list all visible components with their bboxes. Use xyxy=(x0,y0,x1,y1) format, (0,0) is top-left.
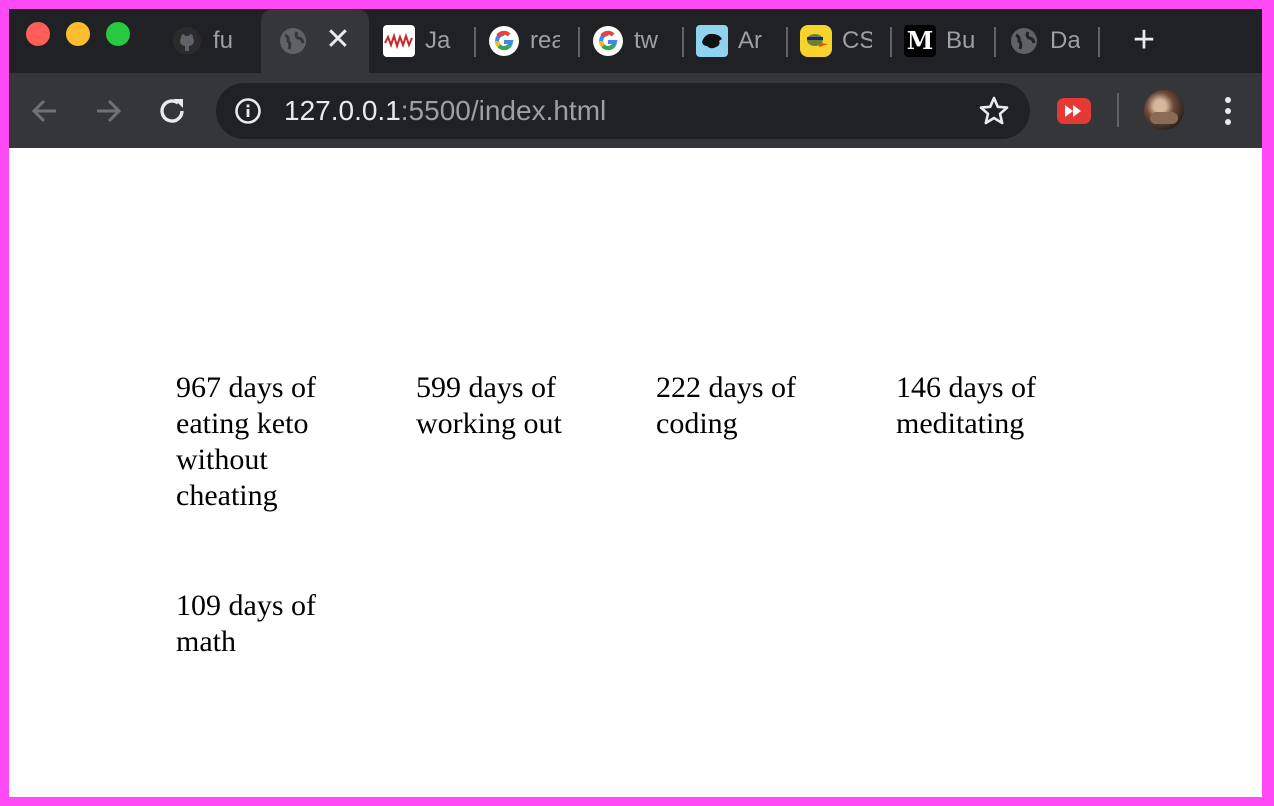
youtube-extension-button[interactable] xyxy=(1054,91,1094,131)
close-window-button[interactable] xyxy=(26,22,50,46)
tab-google-re[interactable]: rea xyxy=(472,9,576,73)
tab-title: rea xyxy=(530,27,560,54)
maximize-window-button[interactable] xyxy=(106,22,130,46)
browser-toolbar: 127.0.0.1:5500/index.html xyxy=(9,73,1262,148)
globe-icon xyxy=(277,25,309,57)
google-icon xyxy=(592,25,624,57)
globe-icon xyxy=(1008,25,1040,57)
url-host: 127.0.0.1 xyxy=(284,95,401,126)
arrow-right-icon xyxy=(97,99,122,123)
tab-title: fu xyxy=(213,27,234,54)
info-icon[interactable] xyxy=(234,97,262,125)
back-button[interactable] xyxy=(25,91,65,131)
red-pattern-icon xyxy=(383,25,415,57)
browser-window: fu ✕ Ja rea tw Ar CS M Bu Da + 127.0.0.1… xyxy=(9,9,1262,797)
url-path: :5500/index.html xyxy=(400,95,607,126)
menu-button[interactable] xyxy=(1208,91,1248,131)
stat-keto: 967 days of eating keto without cheating xyxy=(176,371,316,512)
google-icon xyxy=(488,25,520,57)
stat-working-out: 599 days of working out xyxy=(416,371,562,440)
tab-title: CS xyxy=(842,27,872,54)
tab-strip: fu ✕ Ja rea tw Ar CS M Bu Da + xyxy=(9,9,1262,73)
tab-title: Bu xyxy=(946,27,976,54)
tab-github[interactable]: fu xyxy=(155,9,259,73)
reload-icon xyxy=(160,99,184,123)
page-content: 967 days of eating keto without cheating… xyxy=(9,148,1262,797)
tab-bu[interactable]: M Bu xyxy=(888,9,992,73)
tab-active[interactable]: ✕ xyxy=(261,9,369,73)
toolbar-divider xyxy=(1117,93,1119,127)
kebab-menu-icon xyxy=(1225,97,1231,125)
tab-title: Ja xyxy=(425,27,451,54)
minimize-window-button[interactable] xyxy=(66,22,90,46)
tab-google-tw[interactable]: tw xyxy=(576,9,680,73)
panther-icon xyxy=(696,25,728,57)
tab-ar[interactable]: Ar xyxy=(680,9,784,73)
bookmark-star-icon[interactable] xyxy=(978,95,1010,127)
tab-separator xyxy=(1098,27,1100,57)
stat-math: 109 days of math xyxy=(176,589,316,658)
close-tab-icon[interactable]: ✕ xyxy=(323,25,353,55)
profile-avatar[interactable] xyxy=(1144,90,1184,130)
forward-button[interactable] xyxy=(88,91,128,131)
tab-cs[interactable]: CS xyxy=(784,9,888,73)
url-text[interactable]: 127.0.0.1:5500/index.html xyxy=(284,95,606,127)
tab-title: Ar xyxy=(738,27,762,54)
tab-title: Da xyxy=(1050,27,1080,54)
reload-button[interactable] xyxy=(152,91,192,131)
arrow-left-icon xyxy=(31,99,56,123)
tab-da[interactable]: Da xyxy=(992,9,1096,73)
stat-meditating: 146 days of meditating xyxy=(896,371,1036,440)
address-bar[interactable]: 127.0.0.1:5500/index.html xyxy=(216,83,1030,139)
stat-coding: 222 days of coding xyxy=(656,371,796,440)
github-icon xyxy=(171,25,203,57)
tab-ja[interactable]: Ja xyxy=(367,9,471,73)
tab-title: tw xyxy=(634,27,658,54)
duck-icon xyxy=(800,25,832,57)
fast-forward-extension-icon xyxy=(1057,98,1091,124)
medium-icon: M xyxy=(904,25,936,57)
stats-grid: 967 days of eating keto without cheating… xyxy=(176,370,1136,660)
new-tab-button[interactable]: + xyxy=(1126,21,1162,59)
